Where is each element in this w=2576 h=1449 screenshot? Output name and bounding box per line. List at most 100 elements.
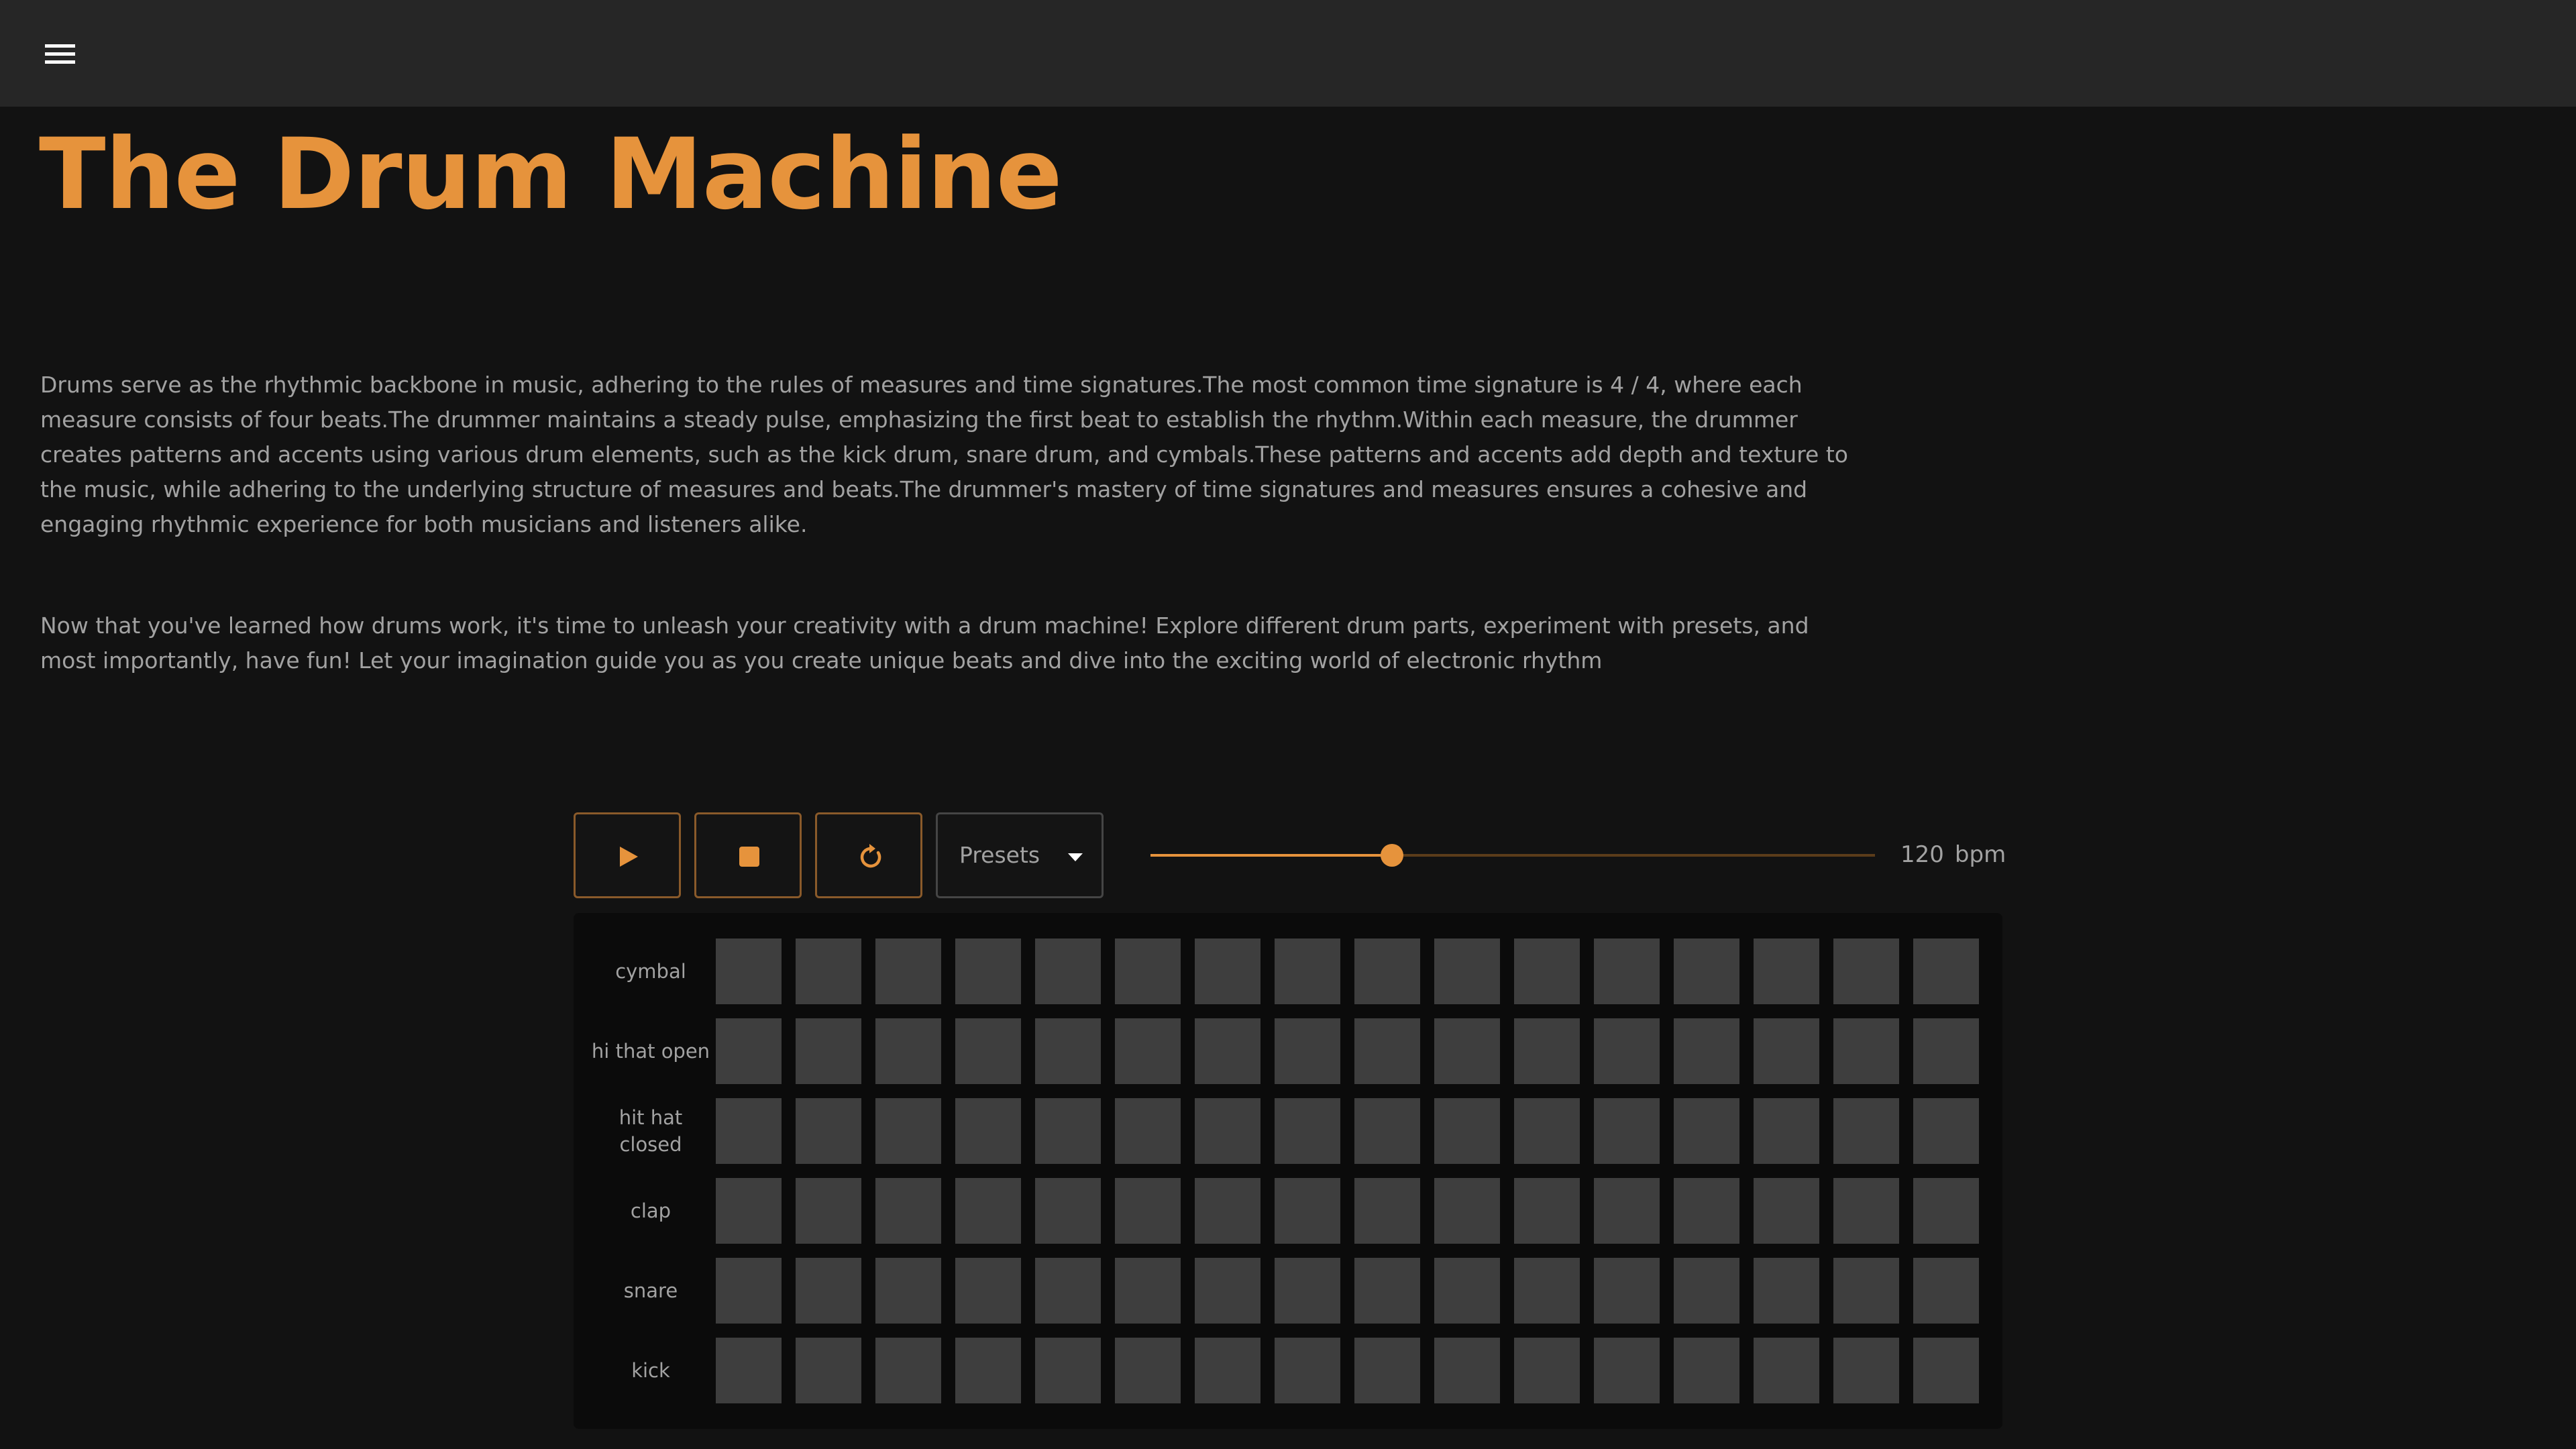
step-pad[interactable]	[1434, 1258, 1500, 1324]
step-pad[interactable]	[1275, 1338, 1340, 1403]
step-pad[interactable]	[1514, 1178, 1580, 1244]
step-pad[interactable]	[1833, 1018, 1899, 1084]
step-pad[interactable]	[1354, 1258, 1420, 1324]
step-pad[interactable]	[1754, 938, 1819, 1004]
step-pad[interactable]	[1514, 1258, 1580, 1324]
step-pad[interactable]	[875, 938, 941, 1004]
step-pad[interactable]	[955, 1018, 1021, 1084]
step-pad[interactable]	[716, 938, 782, 1004]
step-pad[interactable]	[1434, 1338, 1500, 1403]
step-pad[interactable]	[1115, 1258, 1181, 1324]
step-pad[interactable]	[1514, 1018, 1580, 1084]
step-pad[interactable]	[716, 1018, 782, 1084]
step-pad[interactable]	[1913, 1098, 1979, 1164]
step-pad[interactable]	[1833, 1178, 1899, 1244]
step-pad[interactable]	[716, 1098, 782, 1164]
step-pad[interactable]	[1594, 1018, 1660, 1084]
step-pad[interactable]	[1035, 938, 1101, 1004]
step-pad[interactable]	[955, 1098, 1021, 1164]
step-pad[interactable]	[1833, 1258, 1899, 1324]
step-pad[interactable]	[1035, 1018, 1101, 1084]
step-pad[interactable]	[1195, 938, 1260, 1004]
step-pad[interactable]	[1195, 1178, 1260, 1244]
play-button[interactable]	[574, 812, 681, 898]
step-pad[interactable]	[1434, 1098, 1500, 1164]
step-pad[interactable]	[1913, 938, 1979, 1004]
step-pad[interactable]	[1354, 1018, 1420, 1084]
step-pad[interactable]	[716, 1338, 782, 1403]
step-pad[interactable]	[796, 1338, 861, 1403]
step-pad[interactable]	[1514, 1338, 1580, 1403]
step-pad[interactable]	[1594, 1258, 1660, 1324]
step-pad[interactable]	[1115, 1018, 1181, 1084]
step-pad[interactable]	[1594, 938, 1660, 1004]
step-pad[interactable]	[1275, 1018, 1340, 1084]
tempo-slider[interactable]	[1150, 842, 1875, 869]
step-pad[interactable]	[1354, 1178, 1420, 1244]
step-pad[interactable]	[796, 1018, 861, 1084]
step-pad[interactable]	[1674, 938, 1739, 1004]
step-pad[interactable]	[1913, 1258, 1979, 1324]
step-pad[interactable]	[796, 1258, 861, 1324]
step-pad[interactable]	[1035, 1178, 1101, 1244]
step-pad[interactable]	[1434, 1178, 1500, 1244]
step-pad[interactable]	[1115, 1338, 1181, 1403]
step-pad[interactable]	[1195, 1018, 1260, 1084]
step-pad[interactable]	[1674, 1178, 1739, 1244]
step-pad[interactable]	[1434, 1018, 1500, 1084]
step-pad[interactable]	[1594, 1098, 1660, 1164]
step-pad[interactable]	[1674, 1258, 1739, 1324]
stop-button[interactable]	[694, 812, 802, 898]
step-pad[interactable]	[1754, 1018, 1819, 1084]
step-pad[interactable]	[1035, 1338, 1101, 1403]
step-pad[interactable]	[1913, 1338, 1979, 1403]
step-pad[interactable]	[1514, 938, 1580, 1004]
step-pad[interactable]	[1195, 1098, 1260, 1164]
reset-button[interactable]	[815, 812, 922, 898]
step-pad[interactable]	[1275, 1178, 1340, 1244]
step-pad[interactable]	[1674, 1338, 1739, 1403]
step-pad[interactable]	[1754, 1178, 1819, 1244]
step-pad[interactable]	[1115, 1178, 1181, 1244]
step-pad[interactable]	[875, 1338, 941, 1403]
step-pad[interactable]	[716, 1258, 782, 1324]
step-pad[interactable]	[1833, 1338, 1899, 1403]
step-pad[interactable]	[1754, 1258, 1819, 1324]
step-pad[interactable]	[1434, 938, 1500, 1004]
step-pad[interactable]	[796, 1098, 861, 1164]
step-pad[interactable]	[955, 1258, 1021, 1324]
step-pad[interactable]	[875, 1018, 941, 1084]
step-pad[interactable]	[955, 1178, 1021, 1244]
step-pad[interactable]	[1035, 1098, 1101, 1164]
step-pad[interactable]	[875, 1178, 941, 1244]
step-pad[interactable]	[716, 1178, 782, 1244]
step-pad[interactable]	[796, 1178, 861, 1244]
presets-dropdown[interactable]: Presets	[936, 812, 1104, 898]
step-pad[interactable]	[1754, 1338, 1819, 1403]
step-pad[interactable]	[1913, 1018, 1979, 1084]
step-pad[interactable]	[1275, 1098, 1340, 1164]
step-pad[interactable]	[1275, 1258, 1340, 1324]
step-pad[interactable]	[1115, 938, 1181, 1004]
step-pad[interactable]	[1594, 1178, 1660, 1244]
step-pad[interactable]	[875, 1258, 941, 1324]
hamburger-menu-icon[interactable]	[40, 36, 80, 71]
step-pad[interactable]	[1035, 1258, 1101, 1324]
step-pad[interactable]	[1674, 1018, 1739, 1084]
step-pad[interactable]	[1514, 1098, 1580, 1164]
step-pad[interactable]	[1594, 1338, 1660, 1403]
step-pad[interactable]	[1354, 938, 1420, 1004]
step-pad[interactable]	[955, 938, 1021, 1004]
step-pad[interactable]	[875, 1098, 941, 1164]
step-pad[interactable]	[1833, 1098, 1899, 1164]
slider-thumb[interactable]	[1381, 844, 1403, 867]
step-pad[interactable]	[1354, 1098, 1420, 1164]
step-pad[interactable]	[955, 1338, 1021, 1403]
step-pad[interactable]	[796, 938, 861, 1004]
step-pad[interactable]	[1913, 1178, 1979, 1244]
step-pad[interactable]	[1275, 938, 1340, 1004]
step-pad[interactable]	[1674, 1098, 1739, 1164]
step-pad[interactable]	[1195, 1338, 1260, 1403]
step-pad[interactable]	[1833, 938, 1899, 1004]
step-pad[interactable]	[1195, 1258, 1260, 1324]
